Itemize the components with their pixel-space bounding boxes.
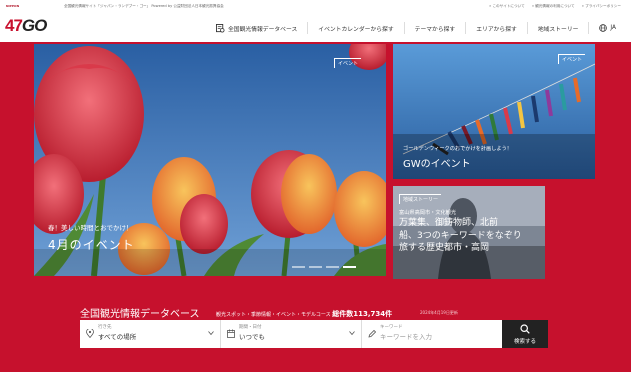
carousel-dot[interactable] [326,266,339,268]
search-button[interactable]: 検索する [502,320,548,348]
story-card-tag: 地域ストーリー [399,194,442,204]
gw-card-title: GWのイベント [403,159,471,170]
nav-area[interactable]: エリアから探す [469,23,524,33]
story-card-text: 万葉集、御鋳物師、北前 船、3つのキーワードをなぞり 旅する歴史都市・高岡 [399,217,522,255]
nav-theme-label: テーマから探す [414,26,456,33]
nav-calendar-label: イベントカレンダーから探す [318,26,394,33]
search-button-label: 検索する [513,339,536,345]
keyword-input[interactable]: キーワード キーワードを入力 [362,320,502,348]
language-label: JA [610,25,616,31]
language-switch[interactable]: JA [592,23,623,33]
search-info: 観光スポット・季節情報・イベント・モデルコース 総件数113,734件 [216,309,392,319]
top-links: » このサイトについて » 観光情報の利用について » プライバシーポリシー [483,4,621,9]
keyword-placeholder: キーワードを入力 [380,333,432,341]
carousel-dot[interactable] [292,266,305,268]
hero-tag: イベント [334,58,362,68]
destination-label: 行き先 [98,325,112,330]
update-date: 2024年4月19日更新 [420,310,458,315]
site-header: NIPPON 47GO 全国観光情報サイト「ジャパン・ランデブー・ゴー」 Pow… [0,0,631,42]
carousel-dot[interactable] [309,266,322,268]
hero-title: 4月のイベント [48,238,135,252]
story-card-subtitle: 富山県高岡市・文化観光 [399,210,457,216]
carousel-dot-active[interactable] [343,266,356,268]
globe-icon [599,24,608,32]
destination-value: すべての場所 [98,333,137,341]
site-tagline: 全国観光情報サイト「ジャパン・ランデブー・ゴー」 Powered by 公益財団… [64,4,224,8]
logo-mark: 47 [5,16,23,35]
total-count: 総件数113,734件 [332,310,393,318]
story-line: 船、3つのキーワードをなぞり [399,230,522,241]
chevron-down-icon [349,331,355,336]
logo-text: GO [21,16,47,35]
search-icon [520,324,530,334]
keyword-label: キーワード [380,325,403,330]
nav-database-label: 全国観光情報データベース [227,26,298,33]
chevron-down-icon [208,331,214,336]
nav-story-label: 地域ストーリー [537,26,579,33]
nav-area-label: エリアから探す [476,26,517,33]
search-info-prefix: 観光スポット・季節情報・イベント・モデルコース [216,312,331,318]
logo-small-text: NIPPON [6,4,20,8]
location-pin-icon [86,329,94,338]
search-bar: 行き先 すべての場所 期間・日付 いつでも キーワード キーワードを入力 [80,320,502,348]
carousel-dots [292,266,356,268]
nav-story[interactable]: 地域ストーリー [531,23,586,33]
story-line: 万葉集、御鋳物師、北前 [399,218,499,228]
nav-calendar[interactable]: イベントカレンダーから探す [311,23,400,33]
nav-theme[interactable]: テーマから探す [408,23,463,33]
destination-select[interactable]: 行き先 すべての場所 [80,320,221,348]
nav-database[interactable]: 全国観光情報データベース [209,23,304,33]
story-card[interactable]: 地域ストーリー 富山県高岡市・文化観光 万葉集、御鋳物師、北前 船、3つのキーワ… [393,186,545,279]
nav-divider [465,22,467,34]
story-line: 旅する歴史都市・高岡 [399,243,490,253]
usage-link[interactable]: » 観光情報の利用について [532,4,575,8]
date-label: 期間・日付 [239,325,262,330]
gw-card-tag: イベント [558,54,586,64]
nav-divider [588,22,590,34]
date-value: いつでも [239,333,265,341]
database-search-icon [215,23,225,33]
calendar-icon [227,329,235,338]
date-select[interactable]: 期間・日付 いつでも [221,320,362,348]
pencil-icon [368,329,376,338]
nav-divider [307,22,309,34]
gw-event-card[interactable]: イベント ゴールデンウィークのおでかけを計画しよう！ GWのイベント [393,44,595,179]
main-nav: 全国観光情報データベース イベントカレンダーから探す テーマから探す エリアから… [209,20,623,36]
nav-divider [526,22,528,34]
nav-divider [403,22,405,34]
about-link[interactable]: » このサイトについて [489,4,525,8]
logo[interactable]: NIPPON 47GO [2,4,54,42]
privacy-link[interactable]: » プライバシーポリシー [582,4,621,8]
gw-card-subtitle: ゴールデンウィークのおでかけを計画しよう！ [403,146,512,152]
hero-subtitle: 春！美しい時間とおでかけ！ [48,224,133,232]
search-title: 全国観光情報データベース [80,309,200,320]
